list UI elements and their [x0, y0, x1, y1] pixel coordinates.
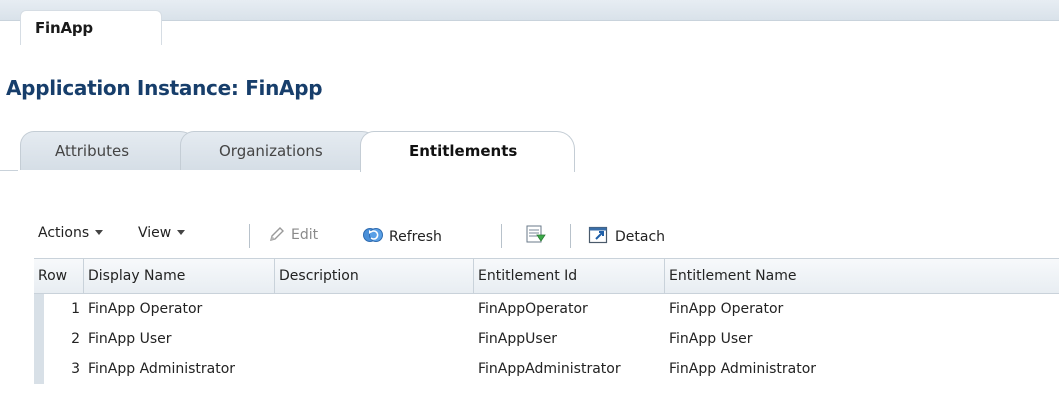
view-menu-label: View: [138, 225, 172, 241]
chevron-down-icon: [95, 230, 104, 235]
refresh-button[interactable]: Refresh: [362, 225, 442, 249]
entitlement-name-cell: FinApp Administrator: [669, 361, 817, 377]
tab-entitlements[interactable]: Entitlements: [360, 131, 575, 172]
column-header-entitlement-name[interactable]: Entitlement Name: [665, 259, 1059, 293]
detach-button[interactable]: Detach: [588, 225, 665, 249]
row-header-cell: [34, 354, 44, 384]
row-number: 2: [71, 331, 80, 347]
pencil-icon: [268, 225, 286, 247]
column-header-description[interactable]: Description: [275, 259, 474, 293]
entitlement-name-cell: FinApp Operator: [669, 301, 784, 317]
application-window: FinApp Application Instance: FinApp Attr…: [0, 0, 1059, 394]
table-row[interactable]: 3 FinApp Administrator FinAppAdministrat…: [34, 354, 1059, 384]
tab-organizations-label: Organizations: [219, 142, 323, 160]
row-number: 1: [71, 301, 80, 317]
tab-organizations[interactable]: Organizations: [180, 131, 380, 170]
actions-menu-label: Actions: [38, 225, 90, 241]
column-header-display-name[interactable]: Display Name: [84, 259, 275, 293]
table-header: Row Display Name Description Entitlement…: [34, 258, 1059, 294]
row-header-cell: [34, 294, 44, 324]
refresh-icon: [362, 225, 384, 249]
detach-button-label: Detach: [615, 229, 666, 245]
tab-attributes[interactable]: Attributes: [20, 131, 198, 170]
detach-icon: [588, 225, 610, 249]
export-button[interactable]: [525, 223, 552, 249]
entitlement-id-cell: FinAppUser: [478, 331, 558, 347]
toolbar-separator: [501, 224, 502, 248]
entitlement-id-cell: FinAppOperator: [478, 301, 588, 317]
description-cell: [275, 354, 474, 384]
description-cell: [275, 324, 474, 354]
description-cell: [275, 294, 474, 324]
table-row[interactable]: 1 FinApp Operator FinAppOperator FinApp …: [34, 294, 1059, 324]
export-icon: [525, 223, 547, 249]
chevron-down-icon: [177, 230, 186, 235]
table-row[interactable]: 2 FinApp User FinAppUser FinApp User: [34, 324, 1059, 354]
column-header-entitlement-id[interactable]: Entitlement Id: [474, 259, 665, 293]
document-tab-finapp[interactable]: FinApp: [20, 10, 162, 45]
display-name-cell: FinApp Administrator: [88, 361, 236, 377]
tab-attributes-label: Attributes: [55, 142, 130, 160]
toolbar-separator: [249, 224, 250, 248]
column-header-row[interactable]: Row: [34, 259, 84, 293]
edit-button-label: Edit: [291, 227, 319, 243]
entitlement-id-cell: FinAppAdministrator: [478, 361, 621, 377]
toolbar: Actions View Edit Refresh Detach: [0, 216, 1059, 252]
toolbar-separator: [570, 224, 571, 248]
edit-button[interactable]: Edit: [268, 225, 318, 247]
refresh-button-label: Refresh: [389, 229, 442, 245]
document-tab-label: FinApp: [35, 19, 93, 37]
actions-menu[interactable]: Actions: [38, 225, 104, 241]
row-header-cell: [34, 324, 44, 354]
display-name-cell: FinApp User: [88, 331, 172, 347]
entitlement-name-cell: FinApp User: [669, 331, 753, 347]
page-title: Application Instance: FinApp: [6, 76, 323, 100]
row-number: 3: [71, 361, 80, 377]
display-name-cell: FinApp Operator: [88, 301, 203, 317]
view-menu[interactable]: View: [138, 225, 186, 241]
tab-entitlements-label: Entitlements: [409, 142, 518, 160]
